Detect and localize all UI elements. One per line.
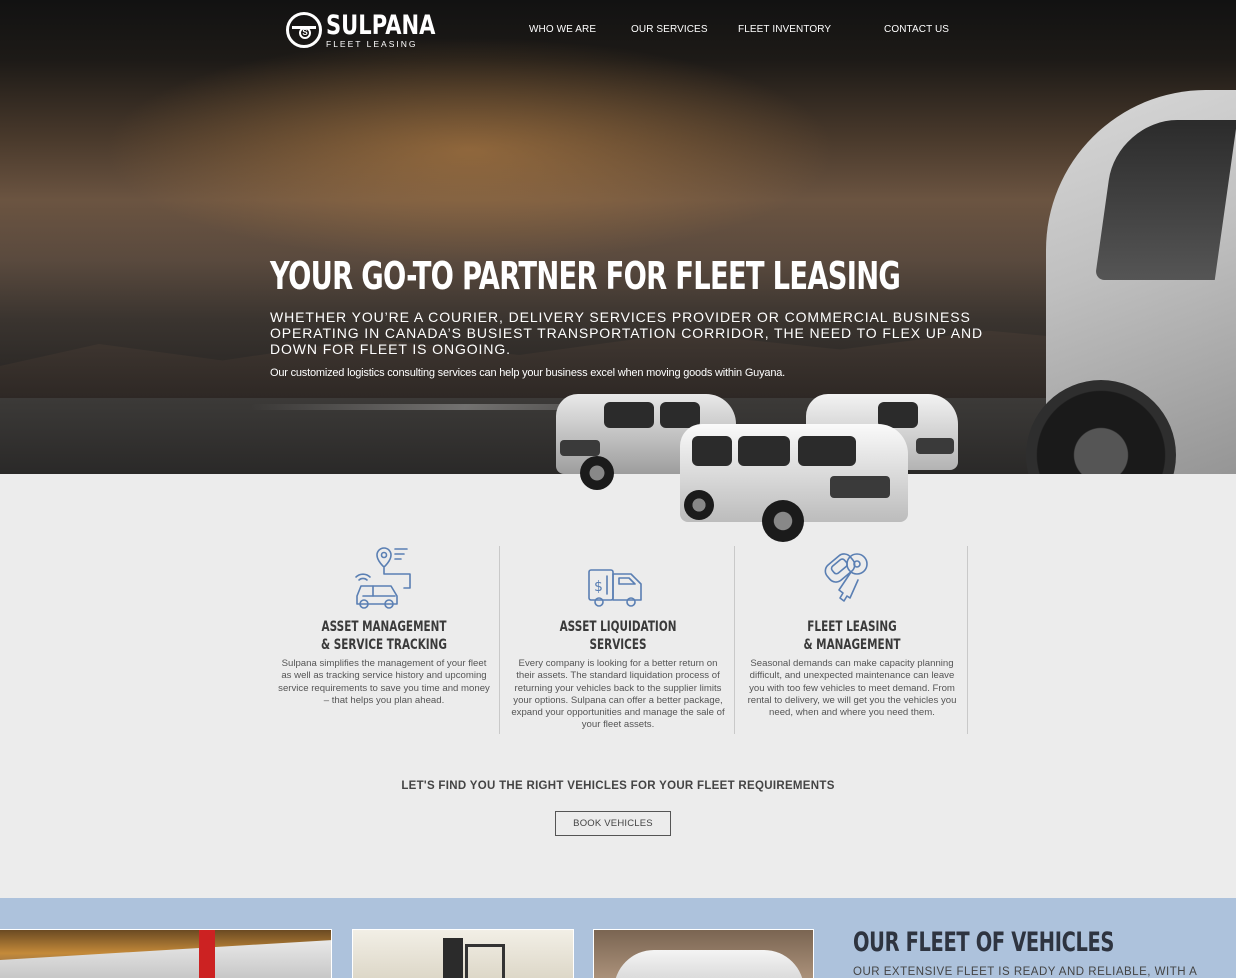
hero-title: YOUR GO-TO PARTNER FOR FLEET LEASING: [270, 254, 901, 298]
service-description: Every company is looking for a better re…: [511, 658, 725, 731]
service-asset-liquidation: $ ASSET LIQUIDATION SERVICES Every compa…: [508, 544, 728, 732]
service-description: Seasonal demands can make capacity plann…: [747, 658, 957, 719]
brand-name: SULPANA: [326, 10, 436, 41]
brand-text: SULPANA FLEET LEASING: [326, 12, 466, 49]
service-title-line2: & MANAGEMENT: [803, 637, 901, 653]
service-title-line1: ASSET MANAGEMENT: [321, 619, 447, 635]
fleet-subtitle: OUR EXTENSIVE FLEET IS READY AND RELIABL…: [853, 966, 1198, 978]
service-title-line2: SERVICES: [589, 637, 647, 653]
nav-our-services[interactable]: OUR SERVICES: [631, 24, 708, 35]
car-key-icon: [824, 553, 868, 602]
service-fleet-leasing: FLEET LEASING & MANAGEMENT Seasonal dema…: [744, 544, 960, 719]
book-vehicles-button[interactable]: BOOK VEHICLES: [555, 811, 671, 836]
service-title-line2: & SERVICE TRACKING: [320, 637, 447, 653]
van-image-center: [680, 424, 908, 542]
service-divider: [499, 546, 500, 734]
cta-heading: LET'S FIND YOU THE RIGHT VEHICLES FOR YO…: [401, 780, 835, 792]
service-asset-management: ASSET MANAGEMENT & SERVICE TRACKING Sulp…: [278, 544, 490, 707]
service-divider: [734, 546, 735, 734]
service-title-line1: ASSET LIQUIDATION: [559, 619, 677, 635]
service-title-line1: FLEET LEASING: [807, 619, 897, 635]
hero-subtitle: WHETHER YOU’RE A COURIER, DELIVERY SERVI…: [270, 309, 984, 357]
brand-logo[interactable]: S SULPANA FLEET LEASING: [286, 12, 466, 49]
fleet-title: OUR FLEET OF VEHICLES: [853, 927, 1115, 958]
fleet-image-warehouse-truck[interactable]: [0, 929, 332, 978]
location-car-tracking-icon: [355, 547, 411, 609]
service-description: Sulpana simplifies the management of you…: [278, 658, 490, 706]
svg-text:$: $: [594, 579, 603, 595]
nav-fleet-inventory[interactable]: FLEET INVENTORY: [738, 24, 831, 35]
hero-note: Our customized logistics consulting serv…: [270, 367, 786, 379]
brand-tagline: FLEET LEASING: [326, 39, 418, 49]
fleet-image-forklift[interactable]: [352, 929, 574, 978]
steering-wheel-icon: S: [286, 12, 322, 49]
fleet-image-van[interactable]: [593, 929, 814, 978]
service-divider: [967, 546, 968, 734]
truck-dollar-icon: $: [588, 569, 642, 607]
nav-contact-us[interactable]: CONTACT US: [884, 24, 949, 35]
nav-who-we-are[interactable]: WHO WE ARE: [529, 24, 596, 35]
